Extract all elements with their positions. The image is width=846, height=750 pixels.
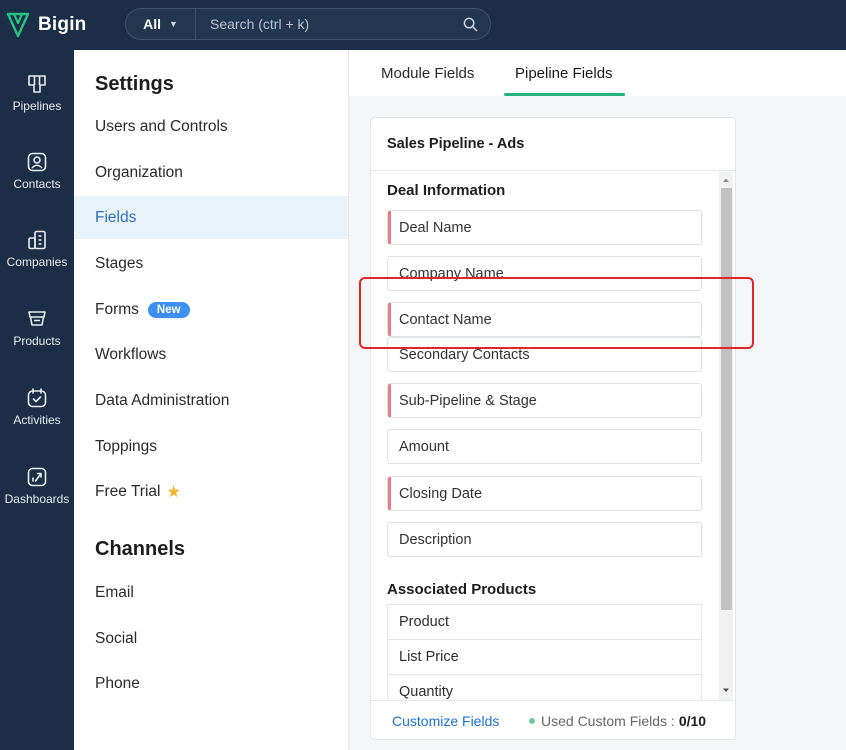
associated-products-heading: Associated Products: [387, 581, 537, 598]
settings-item-users-and-controls[interactable]: Users and Controls: [74, 105, 348, 148]
product-row-label: Product: [399, 614, 449, 630]
fields-tabs: Module Fields Pipeline Fields: [349, 50, 846, 96]
field-deal-name[interactable]: Deal Name: [387, 210, 702, 245]
rail-item-contacts[interactable]: Contacts: [0, 151, 74, 221]
associated-products-table: Product List Price Quantity: [387, 604, 702, 710]
product-row-label: List Price: [399, 649, 459, 665]
used-custom-fields-label: Used Custom Fields :: [541, 713, 675, 729]
field-label: Amount: [399, 438, 449, 455]
top-bar: Bigin All ▼: [0, 0, 846, 50]
field-description[interactable]: Description: [387, 522, 702, 557]
settings-panel: Settings Users and Controls Organization…: [74, 50, 349, 750]
search-scope-label: All: [143, 16, 161, 32]
tab-module-fields[interactable]: Module Fields: [381, 50, 474, 96]
app-logo[interactable]: Bigin: [6, 11, 87, 39]
contacts-icon: [27, 152, 47, 172]
rail-item-companies[interactable]: Companies: [0, 229, 74, 299]
channel-item-phone[interactable]: Phone: [74, 662, 348, 705]
scroll-up-icon[interactable]: [720, 174, 732, 186]
channels-title: Channels: [95, 538, 186, 560]
settings-item-workflows[interactable]: Workflows: [74, 333, 348, 376]
field-sub-pipeline-stage[interactable]: Sub-Pipeline & Stage: [387, 383, 702, 418]
field-label: Deal Name: [399, 219, 472, 236]
rail-label: Activities: [13, 413, 61, 427]
settings-item-label: Fields: [95, 208, 137, 226]
field-label: Sub-Pipeline & Stage: [399, 392, 537, 409]
settings-item-label: Free Trial: [95, 482, 161, 500]
settings-item-label: Toppings: [95, 437, 158, 455]
rail-label: Contacts: [13, 177, 61, 191]
pipeline-layout-card: Sales Pipeline - Ads Deal Information De…: [370, 117, 736, 740]
product-row-label: Quantity: [399, 684, 453, 700]
settings-item-label: Forms: [95, 300, 139, 318]
activities-icon: [27, 388, 47, 408]
active-tab-indicator: [504, 93, 625, 96]
main-content: Module Fields Pipeline Fields Sales Pipe…: [349, 50, 846, 750]
settings-title: Settings: [95, 73, 174, 95]
status-dot-icon: [529, 718, 535, 724]
rail-label: Products: [13, 334, 61, 348]
search-scope-dropdown[interactable]: All ▼: [126, 9, 196, 39]
settings-item-label: Users and Controls: [95, 117, 228, 135]
field-label: Description: [399, 531, 472, 548]
settings-item-label: Stages: [95, 254, 144, 272]
rail-item-products[interactable]: Products: [0, 308, 74, 378]
settings-item-organization[interactable]: Organization: [74, 151, 348, 194]
search-icon: [463, 17, 477, 31]
customize-fields-link[interactable]: Customize Fields: [392, 713, 499, 729]
pipelines-icon: [28, 75, 46, 93]
settings-item-label: Data Administration: [95, 391, 230, 409]
scroll-down-icon[interactable]: [720, 684, 732, 696]
settings-item-forms[interactable]: Forms New: [74, 288, 348, 331]
left-navigation-rail: Pipelines Contacts Companies Products Ac…: [0, 50, 74, 750]
search-input[interactable]: [196, 9, 450, 39]
bigin-logo-icon: [6, 12, 30, 38]
settings-item-stages[interactable]: Stages: [74, 242, 348, 285]
table-row[interactable]: List Price: [388, 640, 701, 675]
channel-item-label: Phone: [95, 674, 140, 692]
tab-label: Pipeline Fields: [515, 64, 613, 82]
rail-label: Pipelines: [12, 99, 62, 113]
settings-item-free-trial[interactable]: Free Trial ★: [74, 470, 348, 513]
settings-item-fields[interactable]: Fields: [74, 196, 348, 239]
settings-item-label: Organization: [95, 163, 183, 181]
settings-item-data-administration[interactable]: Data Administration: [74, 379, 348, 422]
field-label: Closing Date: [399, 485, 483, 502]
highlight-box: [359, 277, 754, 349]
used-custom-fields: Used Custom Fields : 0/10: [529, 713, 706, 729]
search-button[interactable]: [450, 9, 490, 39]
settings-item-toppings[interactable]: Toppings: [74, 425, 348, 468]
field-closing-date[interactable]: Closing Date: [387, 476, 702, 511]
app-name: Bigin: [38, 14, 87, 35]
channel-item-label: Email: [95, 583, 134, 601]
rail-label: Companies: [6, 255, 68, 269]
dashboards-icon: [27, 467, 47, 487]
rail-item-activities[interactable]: Activities: [0, 387, 74, 457]
products-icon: [28, 311, 46, 326]
settings-item-label: Workflows: [95, 345, 167, 363]
new-badge: New: [147, 301, 190, 318]
channel-item-social[interactable]: Social: [74, 617, 348, 660]
channel-item-label: Social: [95, 629, 138, 647]
chevron-down-icon: ▼: [168, 19, 178, 29]
rail-item-dashboards[interactable]: Dashboards: [0, 466, 74, 536]
global-search: All ▼: [125, 8, 491, 40]
scrollbar-thumb[interactable]: [721, 188, 732, 610]
table-row[interactable]: Product: [388, 605, 701, 640]
companies-icon: [28, 230, 46, 250]
star-icon: ★: [166, 483, 181, 501]
rail-label: Dashboards: [4, 492, 70, 506]
tab-pipeline-fields[interactable]: Pipeline Fields: [515, 50, 613, 96]
tab-label: Module Fields: [381, 64, 475, 82]
deal-information-heading: Deal Information: [387, 182, 506, 199]
rail-item-pipelines[interactable]: Pipelines: [0, 73, 74, 143]
channel-item-email[interactable]: Email: [74, 571, 348, 614]
used-custom-fields-count: 0/10: [678, 713, 707, 729]
card-footer: Customize Fields Used Custom Fields : 0/…: [371, 700, 735, 739]
field-amount[interactable]: Amount: [387, 429, 702, 464]
pipeline-title: Sales Pipeline - Ads: [371, 118, 735, 171]
